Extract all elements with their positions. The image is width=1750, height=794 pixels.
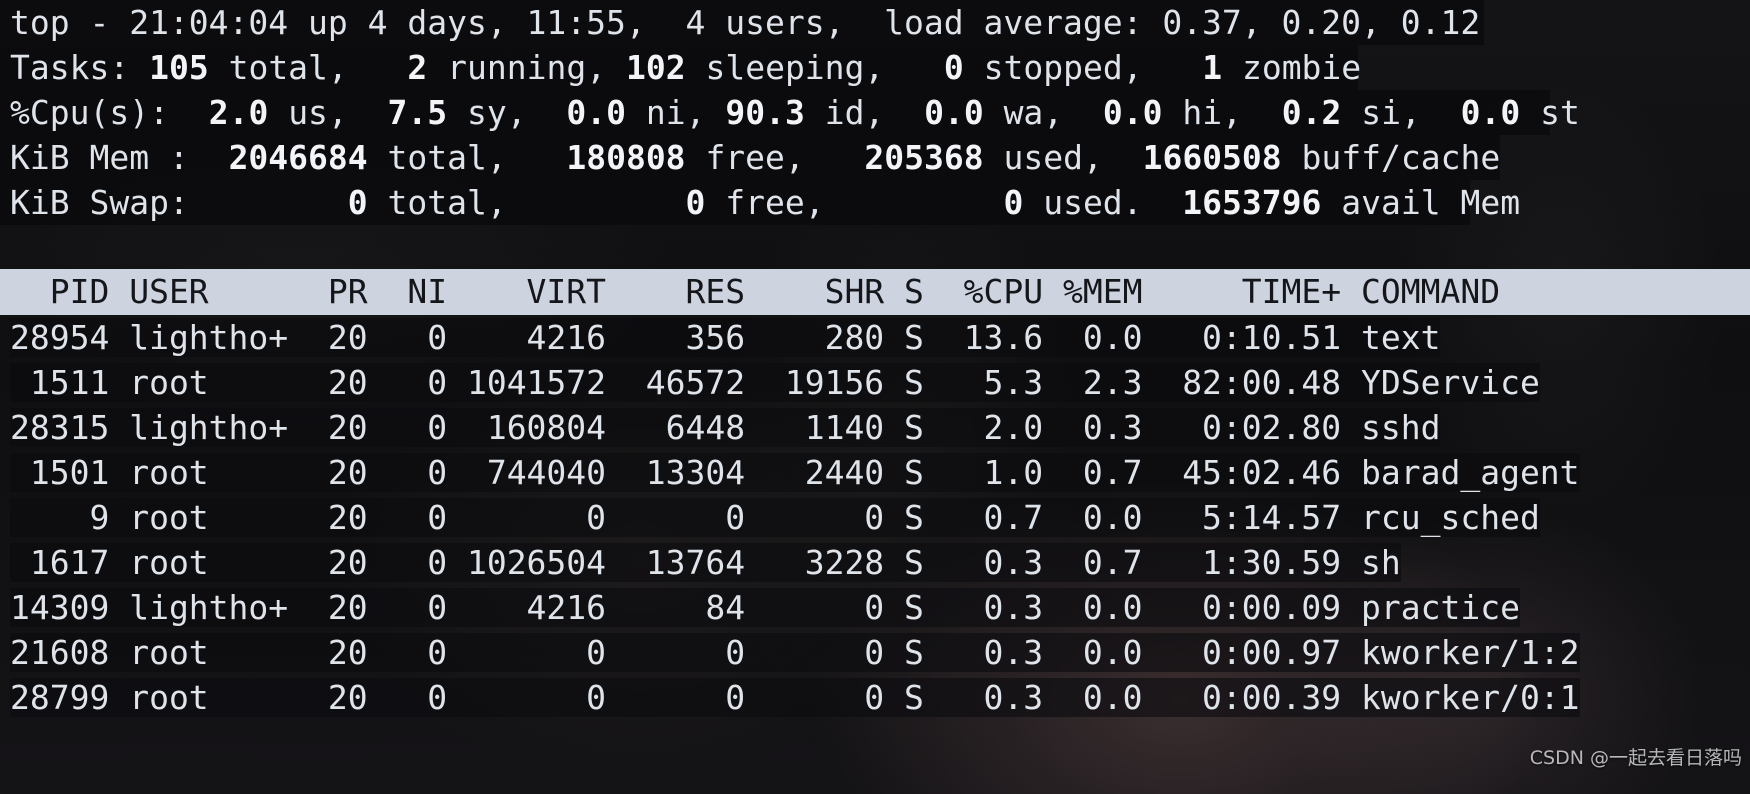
cpu-ni-value: 0.0 (566, 93, 626, 132)
table-row-text: 1617 root 20 0 1026504 13764 3228 S 0.3 … (10, 543, 1401, 582)
memory-buffcache-label: buff/cache (1301, 138, 1501, 177)
cpu-sy-label: sy, (467, 93, 527, 132)
cpu-ni-label: ni, (645, 93, 706, 132)
swap-free-label: free, (725, 183, 825, 222)
csdn-watermark: CSDN @一起去看日落吗 (1529, 747, 1742, 769)
memory-used-label: used, (1003, 138, 1103, 177)
terminal-screen: top - 21:04:04 up 4 days, 11:55, 4 users… (0, 0, 1750, 794)
table-row-text: 14309 lightho+ 20 0 4216 84 0 S 0.3 0.0 … (10, 588, 1520, 627)
uptime-line: top - 21:04:04 up 4 days, 11:55, 4 users… (0, 0, 1484, 45)
uptime-line-text: top - 21:04:04 up 4 days, 11:55, 4 users… (10, 3, 1481, 42)
swap-line: KiB Swap: 0 total, 0 free, 0 used. 16537… (0, 180, 1520, 225)
cpu-si-label: si, (1361, 93, 1421, 132)
tasks-stopped-value: 0 (943, 48, 964, 87)
swap-used-label: used. (1043, 183, 1143, 222)
cpu-line: %Cpu(s): 2.0 us, 7.5 sy, 0.0 ni, 90.3 id… (0, 90, 1580, 135)
tasks-stopped-label: stopped, (983, 48, 1143, 87)
cpu-id-value: 90.3 (725, 93, 805, 132)
table-row[interactable]: 28799 root 20 0 0 0 0 S 0.3 0.0 0:00.39 … (0, 675, 1750, 720)
swap-total-label: total, (387, 183, 507, 222)
table-row[interactable]: 1501 root 20 0 744040 13304 2440 S 1.0 0… (0, 450, 1750, 495)
summary-table-spacer (0, 225, 1750, 269)
memory-free-label: free, (705, 138, 805, 177)
cpu-sy-value: 7.5 (387, 93, 448, 132)
table-row[interactable]: 21608 root 20 0 0 0 0 S 0.3 0.0 0:00.97 … (0, 630, 1750, 675)
swap-free-value: 0 (685, 183, 706, 222)
tasks-total-value: 105 (149, 48, 209, 87)
memory-line: KiB Mem : 2046684 total, 180808 free, 20… (0, 135, 1500, 180)
table-row[interactable]: 28954 lightho+ 20 0 4216 356 280 S 13.6 … (0, 315, 1750, 360)
table-row-text: 28954 lightho+ 20 0 4216 356 280 S 13.6 … (10, 318, 1441, 357)
table-row-text: 21608 root 20 0 0 0 0 S 0.3 0.0 0:00.97 … (10, 633, 1580, 672)
table-row[interactable]: 9 root 20 0 0 0 0 S 0.7 0.0 5:14.57 rcu_… (0, 495, 1750, 540)
cpu-hi-value: 0.0 (1102, 93, 1163, 132)
table-row-text: 28315 lightho+ 20 0 160804 6448 1140 S 2… (10, 408, 1441, 447)
memory-label: KiB Mem : (10, 138, 189, 177)
top-summary-area: top - 21:04:04 up 4 days, 11:55, 4 users… (0, 0, 1750, 225)
memory-total-label: total, (387, 138, 507, 177)
table-row-text: 9 root 20 0 0 0 0 S 0.7 0.0 5:14.57 rcu_… (10, 498, 1540, 537)
memory-buffcache-value: 1660508 (1142, 138, 1282, 177)
tasks-zombie-value: 1 (1202, 48, 1223, 87)
tasks-sleeping-value: 102 (625, 48, 686, 87)
table-row[interactable]: 1617 root 20 0 1026504 13764 3228 S 0.3 … (0, 540, 1750, 585)
table-row-text: 1501 root 20 0 744040 13304 2440 S 1.0 0… (10, 453, 1580, 492)
memory-free-value: 180808 (566, 138, 686, 177)
cpu-si-value: 0.2 (1281, 93, 1342, 132)
top-output[interactable]: top - 21:04:04 up 4 days, 11:55, 4 users… (0, 0, 1750, 794)
tasks-running-value: 2 (407, 48, 428, 87)
tasks-zombie-label: zombie (1241, 48, 1362, 87)
table-row-text: 1511 root 20 0 1041572 46572 19156 S 5.3… (10, 363, 1540, 402)
tasks-running-label: running, (447, 48, 607, 87)
tasks-total-label: total, (228, 48, 348, 87)
swap-label: KiB Swap: (10, 183, 189, 222)
process-table-header[interactable]: PID USER PR NI VIRT RES SHR S %CPU %MEM … (0, 269, 1750, 315)
cpu-wa-value: 0.0 (924, 93, 984, 132)
tasks-sleeping-label: sleeping, (705, 48, 885, 87)
process-table-body: 28954 lightho+ 20 0 4216 356 280 S 13.6 … (0, 315, 1750, 720)
cpu-id-label: id, (824, 93, 885, 132)
cpu-hi-label: hi, (1182, 93, 1243, 132)
cpu-us-label: us, (288, 93, 348, 132)
table-row[interactable]: 1511 root 20 0 1041572 46572 19156 S 5.3… (0, 360, 1750, 405)
table-row-text: 28799 root 20 0 0 0 0 S 0.3 0.0 0:00.39 … (10, 678, 1580, 717)
swap-avail-value: 1653796 (1182, 183, 1322, 222)
cpu-us-value: 2.0 (208, 93, 269, 132)
memory-total-value: 2046684 (228, 138, 368, 177)
table-row[interactable]: 28315 lightho+ 20 0 160804 6448 1140 S 2… (0, 405, 1750, 450)
cpu-label: %Cpu(s): (10, 93, 169, 132)
cpu-wa-label: wa, (1003, 93, 1064, 132)
table-row[interactable]: 14309 lightho+ 20 0 4216 84 0 S 0.3 0.0 … (0, 585, 1750, 630)
cpu-st-value: 0.0 (1460, 93, 1521, 132)
cpu-st-label: st (1540, 93, 1580, 132)
tasks-line: Tasks: 105 total, 2 running, 102 sleepin… (0, 45, 1362, 90)
swap-total-value: 0 (347, 183, 368, 222)
tasks-label: Tasks: (10, 48, 130, 87)
memory-used-value: 205368 (864, 138, 984, 177)
swap-used-value: 0 (1003, 183, 1024, 222)
swap-avail-label: avail Mem (1341, 183, 1521, 222)
